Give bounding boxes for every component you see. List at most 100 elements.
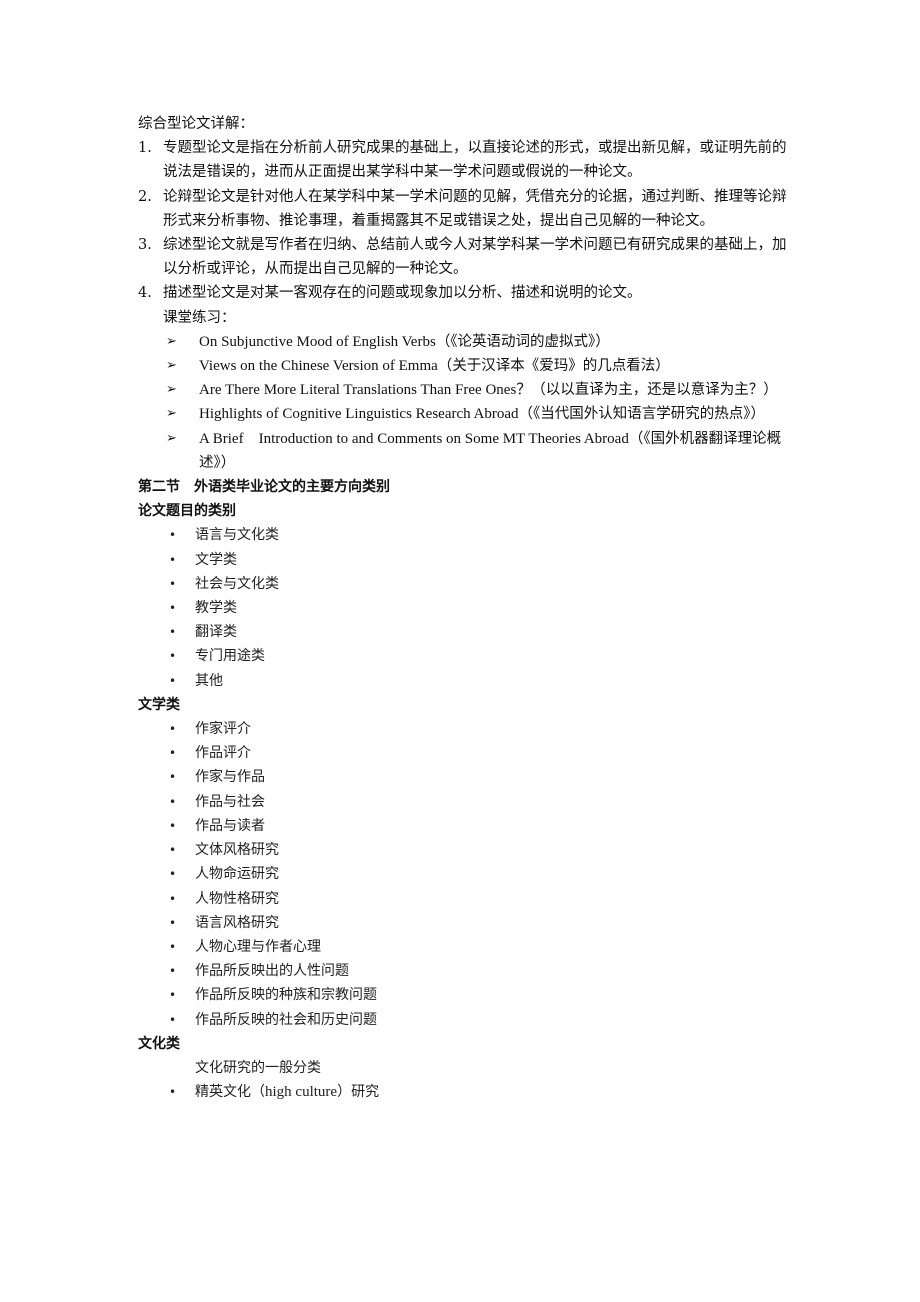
literature-item: • 作品与社会 [138, 790, 798, 814]
bullet-icon: • [169, 528, 177, 543]
literature-item: • 语言风格研究 [138, 911, 798, 935]
category-item: • 教学类 [138, 596, 798, 620]
category-item: • 语言与文化类 [138, 523, 798, 547]
literature-item: • 人物命运研究 [138, 862, 798, 886]
category-item: • 其他 [138, 669, 798, 693]
item-text: 专题型论文是指在分析前人研究成果的基础上，以直接论述的形式，或提出新见解，或证明… [163, 140, 787, 181]
bullet-icon: • [169, 915, 177, 930]
culture-label-zh-before: 精英文化（ [195, 1084, 265, 1101]
practice-title-en: A Brief Introduction to and Comments on … [199, 430, 629, 447]
practice-title-zh: （以以直译为主，还是以意译为主？） [531, 382, 778, 399]
item-number: 1. [138, 140, 152, 157]
literature-item: • 人物心理与作者心理 [138, 935, 798, 959]
bullet-icon: • [169, 625, 177, 640]
practice-item: ➢ On Subjunctive Mood of English Verbs（《… [138, 330, 798, 354]
intro-heading: 综合型论文详解： [138, 116, 254, 132]
category-item: • 社会与文化类 [138, 572, 798, 596]
categories-list: • 语言与文化类 • 文学类 • 社会与文化类 • 教学类 • 翻译类 • 专门用途类 • 其… [138, 523, 798, 692]
literature-item: • 作品所反映的种族和宗教问题 [138, 983, 798, 1007]
culture-label-en: high culture [265, 1084, 338, 1101]
literature-item: • 作家评介 [138, 717, 798, 741]
literature-label: 语言风格研究 [195, 914, 279, 931]
literature-item: • 作品与读者 [138, 814, 798, 838]
paper-type-item: 4. 描述型论文是对某一客观存在的问题或现象加以分析、描述和说明的论文。 [138, 281, 798, 305]
category-label: 翻译类 [195, 624, 237, 641]
paper-type-item: 3. 综述型论文就是写作者在归纳、总结前人或今人对某学科某一学术问题已有研究成果… [138, 233, 798, 281]
literature-label: 作品与读者 [195, 817, 265, 834]
bullet-icon: • [169, 673, 177, 688]
practice-label: 课堂练习： [163, 309, 236, 326]
categories-heading: 论文题目的类别 [138, 503, 236, 520]
practice-item: ➢ A Brief Introduction to and Comments o… [138, 427, 798, 475]
practice-item: ➢ Views on the Chinese Version of Emma（关… [138, 354, 798, 378]
culture-heading: 文化类 [138, 1035, 180, 1052]
literature-label: 作品与社会 [195, 793, 265, 810]
bullet-icon: • [169, 722, 177, 737]
category-item: • 文学类 [138, 548, 798, 572]
item-text: 描述型论文是对某一客观存在的问题或现象加以分析、描述和说明的论文。 [163, 285, 642, 302]
bullet-icon: • [169, 964, 177, 979]
practice-title-en: Highlights of Cognitive Linguistics Rese… [199, 406, 519, 423]
category-label: 社会与文化类 [195, 575, 279, 592]
practice-title-zh: （《论英语动词的虚拟式》） [435, 333, 610, 350]
category-label: 专门用途类 [195, 648, 265, 665]
bullet-icon: • [169, 576, 177, 591]
practice-title-en: Views on the Chinese Version of Emma [199, 358, 438, 375]
category-label: 教学类 [195, 600, 237, 617]
arrow-bullet-icon: ➢ [166, 382, 177, 398]
item-text: 论辩型论文是针对他人在某学科中某一学术问题的见解，凭借充分的论据，通过判断、推理… [163, 188, 787, 229]
arrow-bullet-icon: ➢ [166, 406, 177, 422]
item-number: 2. [138, 188, 152, 205]
item-text: 综述型论文就是写作者在归纳、总结前人或今人对某学科某一学术问题已有研究成果的基础… [163, 237, 787, 278]
literature-label: 人物性格研究 [195, 890, 279, 907]
culture-list: • 精英文化（high culture）研究 [138, 1080, 798, 1104]
literature-list: • 作家评介 • 作品评介 • 作家与作品 • 作品与社会 • 作品与读者 • 文体风格研究… [138, 717, 798, 1032]
bullet-icon: • [169, 649, 177, 664]
practice-list: ➢ On Subjunctive Mood of English Verbs（《… [138, 330, 798, 475]
category-label: 语言与文化类 [195, 527, 279, 544]
bullet-icon: • [169, 770, 177, 785]
practice-title-zh: （《当代国外认知语言学研究的热点》） [518, 406, 766, 423]
bullet-icon: • [169, 891, 177, 906]
category-item: • 翻译类 [138, 620, 798, 644]
literature-label: 文体风格研究 [195, 842, 279, 859]
literature-label: 作品所反映出的人性问题 [195, 963, 349, 980]
literature-heading: 文学类 [138, 696, 180, 713]
literature-label: 作品所反映的社会和历史问题 [195, 1011, 377, 1028]
culture-sub-label: 文化研究的一般分类 [195, 1059, 321, 1076]
item-number: 4. [138, 285, 152, 302]
bullet-icon: • [169, 867, 177, 882]
bullet-icon: • [169, 1012, 177, 1027]
document-page: 综合型论文详解： 1. 专题型论文是指在分析前人研究成果的基础上，以直接论述的形… [138, 112, 798, 1104]
paper-type-item: 2. 论辩型论文是针对他人在某学科中某一学术问题的见解，凭借充分的论据，通过判断… [138, 185, 798, 233]
bullet-icon: • [169, 988, 177, 1003]
literature-item: • 作家与作品 [138, 765, 798, 789]
arrow-bullet-icon: ➢ [166, 333, 177, 349]
paper-types-list: 1. 专题型论文是指在分析前人研究成果的基础上，以直接论述的形式，或提出新见解，… [138, 136, 798, 305]
literature-label: 作品所反映的种族和宗教问题 [195, 987, 377, 1004]
culture-item: • 精英文化（high culture）研究 [138, 1080, 798, 1104]
literature-label: 作家评介 [195, 721, 251, 738]
section-title: 第二节 外语类毕业论文的主要方向类别 [138, 479, 390, 496]
literature-item: • 作品所反映的社会和历史问题 [138, 1008, 798, 1032]
literature-label: 作家与作品 [195, 769, 265, 786]
practice-title-en: On Subjunctive Mood of English Verbs [199, 333, 436, 350]
bullet-icon: • [169, 818, 177, 833]
arrow-bullet-icon: ➢ [166, 358, 177, 374]
practice-item: ➢ Are There More Literal Translations Th… [138, 378, 798, 402]
item-number: 3. [138, 237, 152, 254]
bullet-icon: • [169, 1085, 177, 1100]
category-label: 文学类 [195, 551, 237, 568]
practice-title-zh: （关于汉译本《爱玛》的几点看法） [437, 358, 670, 375]
arrow-bullet-icon: ➢ [166, 430, 177, 446]
bullet-icon: • [169, 552, 177, 567]
literature-label: 作品评介 [195, 745, 251, 762]
bullet-icon: • [169, 843, 177, 858]
paper-type-item: 1. 专题型论文是指在分析前人研究成果的基础上，以直接论述的形式，或提出新见解，… [138, 136, 798, 184]
literature-item: • 人物性格研究 [138, 887, 798, 911]
bullet-icon: • [169, 794, 177, 809]
category-item: • 专门用途类 [138, 644, 798, 668]
bullet-icon: • [169, 601, 177, 616]
literature-item: • 作品所反映出的人性问题 [138, 959, 798, 983]
literature-item: • 文体风格研究 [138, 838, 798, 862]
